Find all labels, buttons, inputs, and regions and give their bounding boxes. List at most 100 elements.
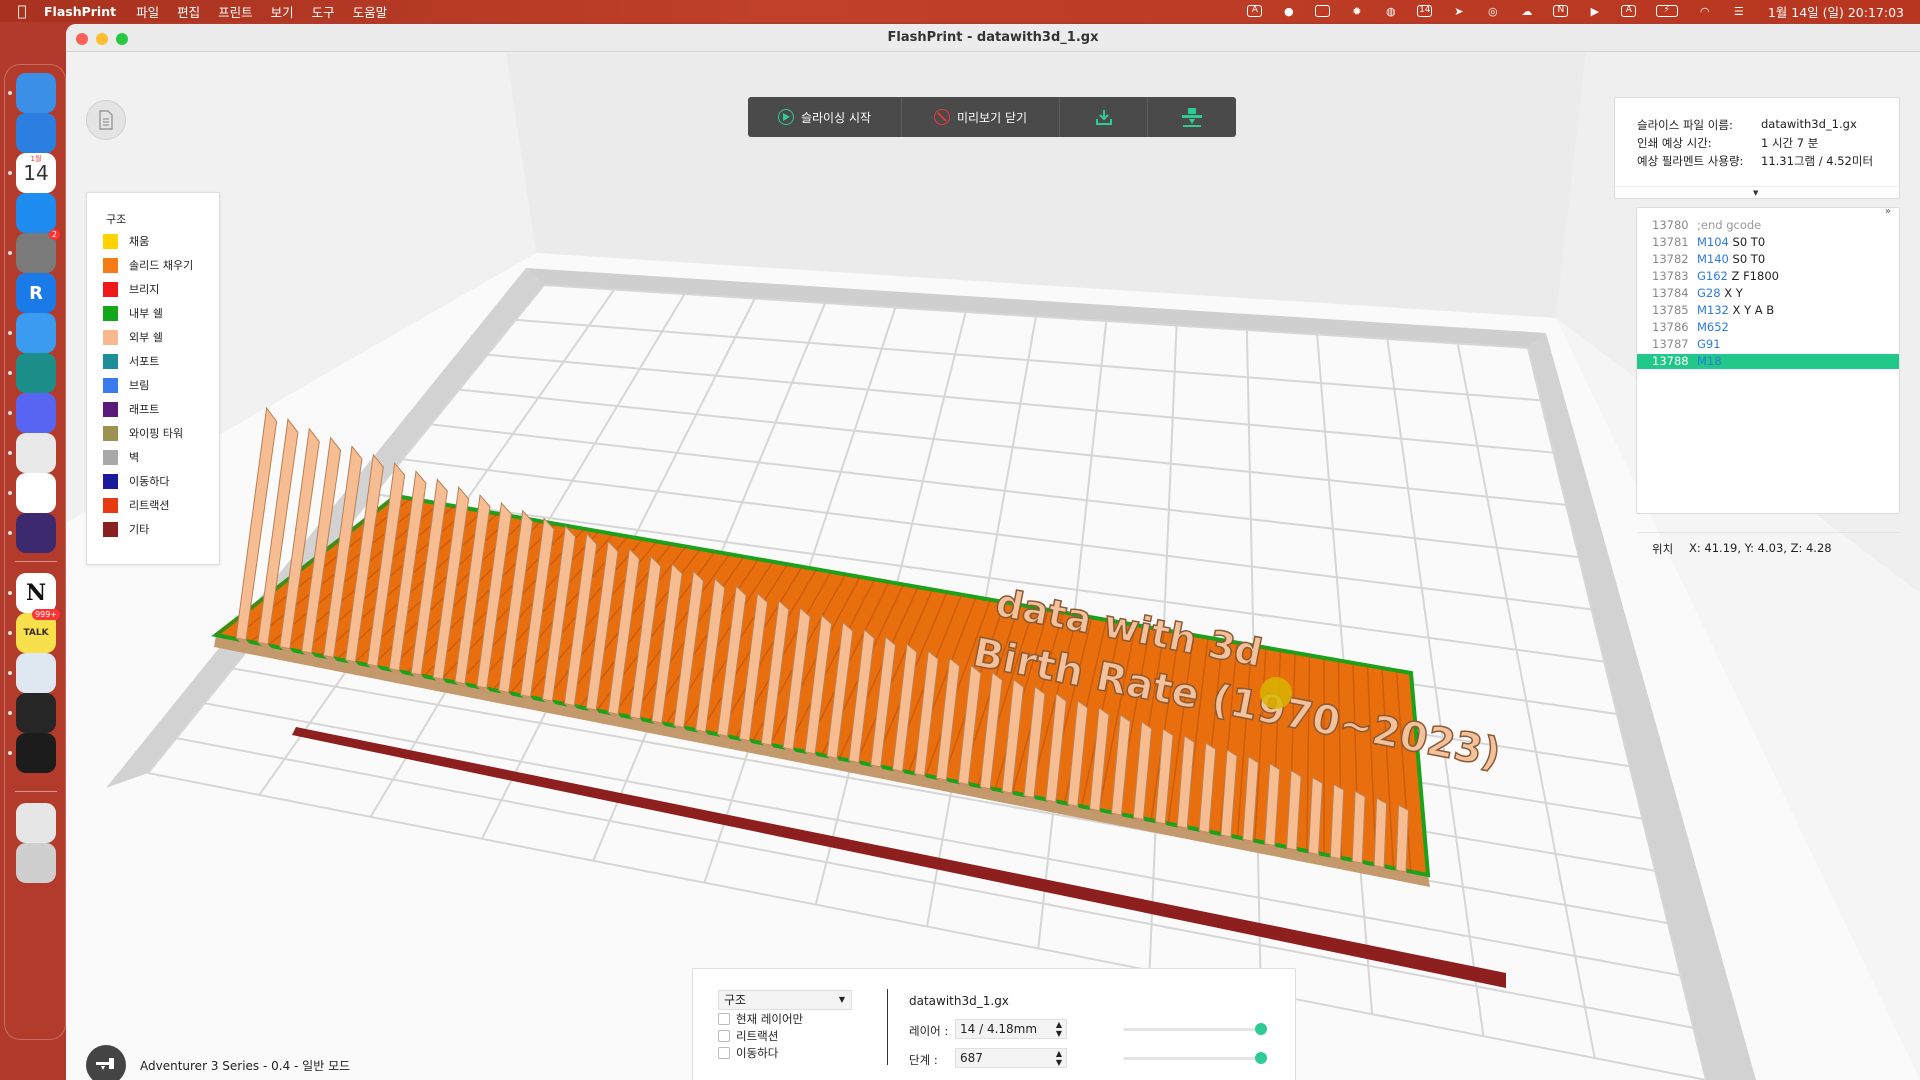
gcode-arguments: ;end gcode [1697, 218, 1762, 232]
current-layer-only-checkbox[interactable]: 현재 레이어만 [718, 1011, 803, 1027]
travel-checkbox[interactable]: 이동하다 [718, 1045, 778, 1061]
dock-finder-icon[interactable] [16, 73, 56, 113]
preview-toolbar: 슬라이싱 시작 미리보기 닫기 [748, 97, 1236, 137]
checkbox-label: 현재 레이어만 [736, 1012, 804, 1026]
dock-mail-icon[interactable] [16, 313, 56, 353]
export-button[interactable] [1060, 97, 1148, 137]
layer-slider-knob[interactable] [1255, 1023, 1267, 1035]
expand-panel-icon[interactable]: » [1885, 206, 1891, 217]
notion-icon[interactable]: N [1553, 5, 1569, 18]
gcode-line[interactable]: 13780 ;end gcode [1637, 218, 1899, 233]
dock-running-indicator [8, 251, 12, 255]
gcode-line[interactable]: 13786 M652 [1637, 320, 1899, 335]
dock-flashprint-icon[interactable] [16, 733, 56, 773]
retraction-checkbox[interactable]: 리트랙션 [718, 1028, 778, 1044]
adobe-icon[interactable]: A [1247, 5, 1263, 18]
dock-slack-icon[interactable] [16, 473, 56, 513]
step-slider-track[interactable] [1123, 1057, 1267, 1060]
dock-discord-icon[interactable] [16, 393, 56, 433]
legend-item: 기타 [103, 521, 149, 537]
dock-blender-icon[interactable] [16, 693, 56, 733]
globe-icon[interactable]: ◍ [1383, 5, 1399, 18]
start-slicing-button[interactable]: 슬라이싱 시작 [748, 97, 902, 137]
keyboard-input-icon[interactable]: A [1621, 5, 1637, 18]
play-icon[interactable]: ▶ [1587, 5, 1603, 18]
gcode-command: M140 [1697, 252, 1729, 266]
legend-label: 이동하다 [129, 475, 170, 488]
file-list-button[interactable] [86, 100, 126, 140]
menu-edit[interactable]: 편집 [177, 2, 200, 21]
apple-menu-icon[interactable]:  [0, 2, 44, 20]
dock-calendar-icon[interactable]: 14 1월 [16, 153, 56, 193]
battery-icon[interactable]: ⚡ [1655, 5, 1679, 18]
legend-item: 래프트 [103, 401, 159, 417]
step-stepper[interactable]: 687 ▲ ▼ [955, 1048, 1067, 1068]
menu-file[interactable]: 파일 [136, 2, 159, 21]
gcode-line[interactable]: 13782 M140 S0 T0 [1637, 252, 1899, 267]
play-circle-icon [777, 109, 794, 125]
gcode-line[interactable]: 13781 M104 S0 T0 [1637, 235, 1899, 250]
dock-bird-app-icon[interactable] [16, 353, 56, 393]
gcode-line[interactable]: 13783 G162 Z F1800 [1637, 269, 1899, 284]
info-divider [1615, 186, 1899, 187]
layer-stepper[interactable]: 14 / 4.18mm ▲ ▼ [955, 1019, 1067, 1039]
gcode-line[interactable]: 13788 M18 [1637, 354, 1899, 369]
gcode-line-number: 13780 [1652, 218, 1689, 232]
gcode-arguments: Z F1800 [1731, 269, 1779, 283]
sidebar-icon[interactable] [1315, 5, 1331, 18]
menu-help[interactable]: 도움말 [353, 2, 388, 21]
dock-notion-icon[interactable]: N [16, 573, 56, 613]
legend-label: 벽 [129, 451, 140, 464]
menu-tools[interactable]: 도구 [312, 2, 335, 21]
menu-print[interactable]: 프린트 [218, 2, 253, 21]
brightness-icon[interactable]: ✹ [1349, 5, 1365, 18]
notion-icon-text: N [1553, 5, 1569, 17]
stepper-arrows-icon[interactable]: ▲ ▼ [1056, 1049, 1062, 1067]
dock-chrome-icon[interactable] [16, 433, 56, 473]
gcode-line[interactable]: 13784 G28 X Y [1637, 286, 1899, 301]
printer-connect-button[interactable] [86, 1045, 126, 1080]
fingerprint-icon[interactable]: ◎ [1485, 5, 1501, 18]
print-button[interactable] [1148, 97, 1236, 137]
preview-viewport[interactable]: data with 3d Birth Rate (1970~2023) 슬라이싱 … [66, 53, 1920, 1080]
dock: 14 1월 2 R N TALK 999+ [4, 64, 66, 1040]
dock-preview-icon[interactable] [16, 653, 56, 693]
control-center-icon[interactable]: ☰ [1731, 5, 1747, 18]
position-label: 위치 [1652, 542, 1674, 556]
dock-system-settings-icon[interactable]: 2 [16, 229, 60, 273]
menubar-clock[interactable]: 1월 14일 (일) 20:17:03 [1768, 2, 1904, 21]
structure-legend: 구조 채움 솔리드 채우기 브리지 내부 쉘 외부 쉘 서포트 브림 래프트 와이핑 타워 벽 이동… [86, 192, 220, 565]
stepper-arrows-icon[interactable]: ▲ ▼ [1056, 1020, 1062, 1038]
dock-raindrop-icon[interactable]: R [16, 273, 56, 313]
gcode-panel[interactable]: » 13780 ;end gcode 13781 M104 S0 T0 13782 M14… [1636, 206, 1900, 556]
collapse-arrow-icon[interactable]: ▼ [1753, 189, 1758, 197]
dock-trash-icon[interactable] [16, 843, 56, 883]
printer-nozzle-icon [1182, 108, 1202, 127]
close-preview-button[interactable]: 미리보기 닫기 [902, 97, 1060, 137]
app-window: FlashPrint - datawith3d_1.gx data with 3… [66, 24, 1920, 1080]
app-menu[interactable]: FlashPrint [44, 4, 116, 19]
weather-icon[interactable]: ☁ [1519, 5, 1535, 18]
layer-slider-track[interactable] [1123, 1028, 1267, 1031]
dock-safari-icon[interactable] [16, 113, 56, 153]
gcode-line-number: 13787 [1652, 337, 1689, 351]
legend-item: 채움 [103, 233, 149, 249]
menu-view[interactable]: 보기 [271, 2, 294, 21]
wifi-icon[interactable]: ◠ [1697, 5, 1713, 18]
legend-swatch [103, 353, 118, 369]
gcode-line[interactable]: 13787 G91 [1637, 337, 1899, 352]
cloud-sync-icon[interactable]: ● [1281, 5, 1297, 18]
calendar-icon[interactable]: 14 [1417, 5, 1433, 18]
legend-label: 내부 쉘 [129, 307, 163, 320]
gcode-line[interactable]: 13785 M132 X Y A B [1637, 303, 1899, 318]
gcode-arguments: S0 T0 [1732, 235, 1766, 249]
dock-kakaotalk-icon[interactable]: TALK 999+ [16, 609, 60, 653]
display-mode-select[interactable]: 구조 ▼ [718, 990, 852, 1010]
dock-running-indicator [8, 631, 12, 635]
legend-title: 구조 [106, 213, 127, 226]
step-slider-knob[interactable] [1255, 1052, 1267, 1064]
telegram-icon[interactable]: ➤ [1451, 5, 1467, 18]
dock-downloads-icon[interactable] [16, 803, 56, 843]
dock-app-store-icon[interactable] [16, 193, 56, 233]
dock-obsidian-icon[interactable] [16, 513, 56, 553]
